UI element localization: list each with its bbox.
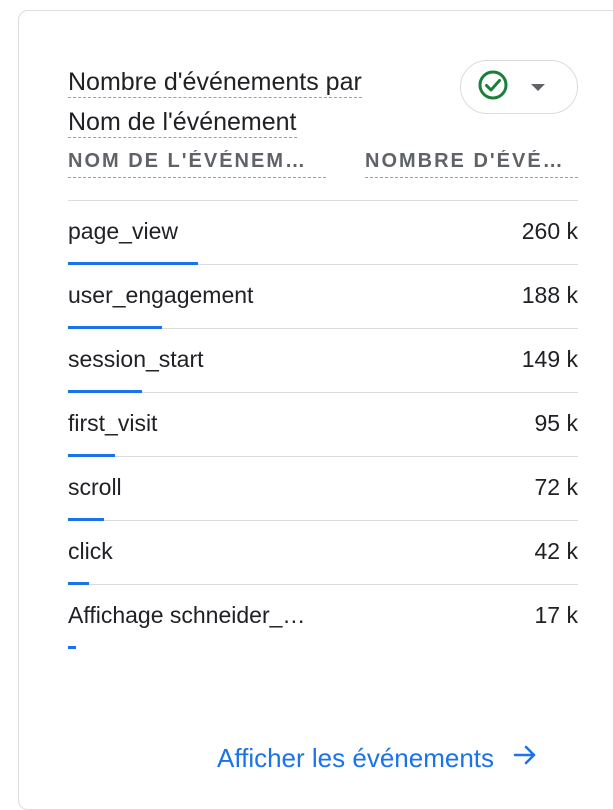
view-events-link[interactable]: Afficher les événements xyxy=(217,742,538,775)
events-table: page_view 260 k user_engagement 188 k se… xyxy=(68,201,578,649)
event-name: click xyxy=(68,538,113,564)
chevron-down-icon xyxy=(531,83,545,91)
view-events-label: Afficher les événements xyxy=(217,743,494,773)
card-title[interactable]: Nombre d'événements par Nom de l'événeme… xyxy=(68,62,448,142)
event-count: 17 k xyxy=(534,602,578,628)
event-count: 72 k xyxy=(534,474,578,500)
event-name: page_view xyxy=(68,218,178,244)
event-count: 149 k xyxy=(521,346,578,372)
card-title-line2[interactable]: Nom de l'événement xyxy=(68,108,297,138)
table-row: Affichage schneider_… 17 k xyxy=(68,585,578,649)
table-row: scroll 72 k xyxy=(68,457,578,521)
column-header-event-name[interactable]: NOM DE L'ÉVÉNEM… xyxy=(68,150,326,178)
check-circle-icon xyxy=(477,69,509,106)
column-header-event-count[interactable]: NOMBRE D'ÉVÉ… xyxy=(365,150,578,178)
arrow-right-icon xyxy=(512,742,538,775)
event-count: 188 k xyxy=(521,282,578,308)
table-row: session_start 149 k xyxy=(68,329,578,393)
event-name: session_start xyxy=(68,346,204,372)
event-count: 260 k xyxy=(521,218,578,244)
event-count: 95 k xyxy=(534,410,578,436)
event-name: user_engagement xyxy=(68,282,254,308)
table-row: click 42 k xyxy=(68,521,578,585)
table-row: user_engagement 188 k xyxy=(68,265,578,329)
data-status-dropdown[interactable] xyxy=(460,60,578,114)
event-name: Affichage schneider_… xyxy=(68,602,306,628)
event-share-bar xyxy=(68,646,76,649)
table-row: page_view 260 k xyxy=(68,201,578,265)
event-name: scroll xyxy=(68,474,122,500)
card-title-line1[interactable]: Nombre d'événements par xyxy=(68,68,362,98)
table-row: first_visit 95 k xyxy=(68,393,578,457)
event-count: 42 k xyxy=(534,538,578,564)
event-name: first_visit xyxy=(68,410,158,436)
